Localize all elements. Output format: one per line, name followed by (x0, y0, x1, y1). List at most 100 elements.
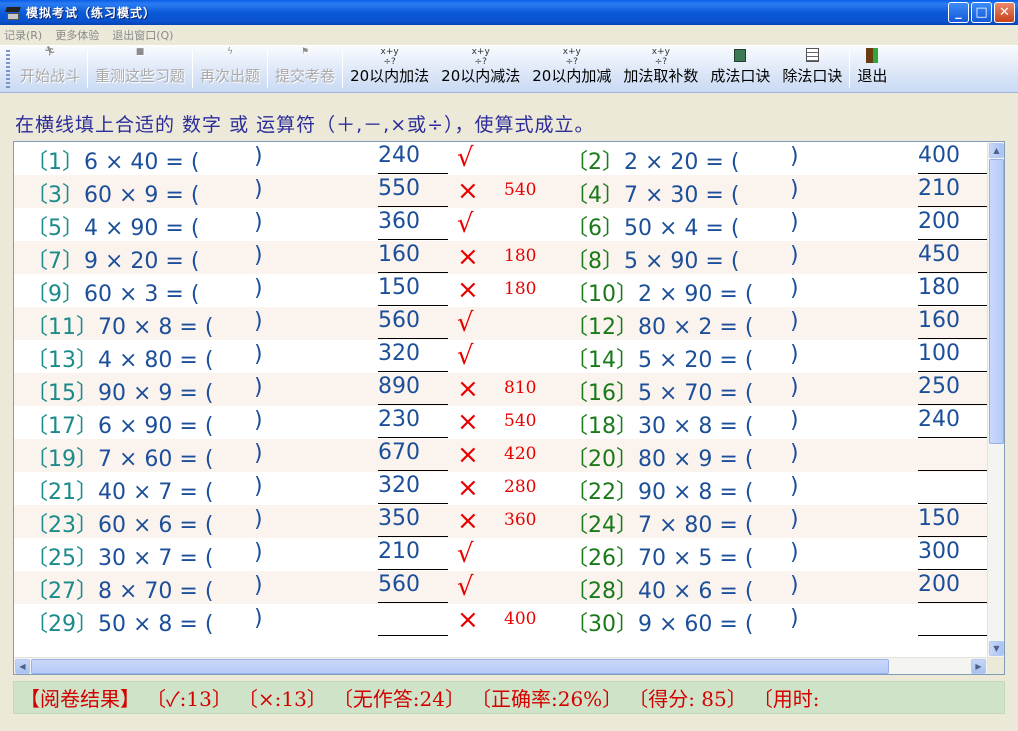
toolbar-separator (849, 50, 851, 88)
exit-button[interactable]: 退出 (851, 46, 893, 92)
question-expression: 50 × 8 = ( (98, 612, 214, 637)
add-within-20-button[interactable]: x+y ÷? 20以内加法 (344, 46, 435, 92)
answer-field[interactable]: 250 (918, 374, 988, 405)
submit-exam-button[interactable]: ⚑ 提交考卷 (269, 46, 341, 92)
horizontal-scrollbar[interactable]: ◀ ▶ (14, 657, 987, 674)
retest-icon: ■ (135, 47, 145, 57)
question-right: 〔10〕2 × 90 = () (566, 276, 799, 308)
answer-field[interactable]: 160 (378, 242, 448, 273)
answer-field[interactable]: 150 (918, 506, 988, 537)
division-table-button[interactable]: 除法口诀 (776, 46, 848, 92)
addsub-within-20-button[interactable]: x+y ÷? 20以内加减 (526, 46, 617, 92)
answer-field[interactable]: 230 (378, 407, 448, 438)
scroll-corner (987, 657, 1004, 674)
regenerate-label: 再次出题 (200, 67, 261, 85)
instruction-text: 在横线填上合适的 数字 或 运算符（＋,－,×或÷），使算式成立。 (15, 114, 595, 136)
answer-field[interactable]: 240 (918, 407, 988, 438)
question-expression: 70 × 8 = ( (98, 315, 214, 340)
question-left: 〔7〕9 × 20 = () (26, 243, 263, 275)
question-left: 〔5〕4 × 90 = () (26, 210, 263, 242)
question-left: 〔17〕6 × 90 = () (26, 408, 263, 440)
closing-paren: ) (254, 144, 263, 169)
question-right: 〔2〕2 × 20 = () (566, 144, 799, 176)
question-row: 〔29〕50 × 8 = () × 400 〔30〕9 × 60 = () (14, 604, 988, 637)
answer-field[interactable]: 180 (918, 275, 988, 306)
toolbar-grip[interactable] (6, 50, 10, 88)
answer-field[interactable]: 560 (378, 572, 448, 603)
answer-field[interactable]: 360 (378, 209, 448, 240)
menu-record[interactable]: 记录(R) (4, 27, 42, 43)
answer-field[interactable]: 320 (378, 473, 448, 504)
question-expression: 8 × 70 = ( (98, 579, 214, 604)
sub-within-20-button[interactable]: x+y ÷? 20以内减法 (435, 46, 526, 92)
answer-field[interactable]: 160 (918, 308, 988, 339)
regenerate-button[interactable]: ϟ 再次出题 (194, 46, 266, 92)
question-left: 〔11〕70 × 8 = () (26, 309, 263, 341)
question-row: 〔11〕70 × 8 = () 560 √ 〔12〕80 × 2 = () 160 (14, 307, 988, 341)
answer-field[interactable]: 100 (918, 341, 988, 372)
title-bar[interactable]: 模拟考试（练习模式） _ □ ✕ (0, 0, 1018, 25)
answer-field[interactable]: 350 (378, 506, 448, 537)
answer-field[interactable]: 450 (918, 242, 988, 273)
scroll-up-button[interactable]: ▲ (989, 143, 1004, 158)
correct-answer: 180 (504, 279, 537, 299)
answer-field[interactable] (378, 605, 448, 636)
question-list: 〔1〕6 × 40 = () 240 √ 〔2〕2 × 20 = () 400 〔3〕60… (14, 142, 988, 657)
menu-more[interactable]: 更多体验 (55, 27, 99, 43)
vertical-scrollbar[interactable]: ▲ ▼ (987, 142, 1004, 657)
answer-field[interactable]: 890 (378, 374, 448, 405)
correct-answer: 360 (504, 510, 537, 530)
question-row: 〔19〕7 × 60 = () 670 × 420 〔20〕80 × 9 = () (14, 439, 988, 472)
answer-field[interactable]: 210 (378, 539, 448, 570)
answer-field[interactable]: 320 (378, 341, 448, 372)
grade-mark: × (457, 440, 479, 470)
minimize-button[interactable]: _ (948, 2, 969, 23)
answer-field[interactable]: 150 (378, 275, 448, 306)
scroll-down-button[interactable]: ▼ (989, 641, 1004, 656)
answer-field[interactable]: 200 (918, 572, 988, 603)
answer-field[interactable]: 550 (378, 176, 448, 207)
scroll-right-button[interactable]: ▶ (971, 659, 986, 674)
question-row: 〔15〕90 × 9 = () 890 × 810 〔16〕5 × 70 = () 250 (14, 373, 988, 406)
answer-field[interactable]: 200 (918, 209, 988, 240)
answer-field[interactable] (918, 473, 988, 504)
toolbar-separator (87, 50, 89, 88)
question-expression: 80 × 2 = ( (638, 315, 754, 340)
question-expression: 6 × 90 = ( (98, 414, 214, 439)
question-expression: 9 × 60 = ( (638, 612, 754, 637)
question-expression: 2 × 90 = ( (638, 282, 754, 307)
retest-button[interactable]: ■ 重测这些习题 (89, 46, 191, 92)
question-left: 〔9〕60 × 3 = () (26, 276, 263, 308)
closing-paren: ) (790, 144, 799, 169)
answer-field[interactable]: 670 (378, 440, 448, 471)
question-number: 〔18〕 (566, 414, 638, 439)
start-battle-button[interactable]: 🏃︎ 开始战斗 (14, 46, 86, 92)
question-expression: 40 × 6 = ( (638, 579, 754, 604)
answer-field[interactable]: 240 (378, 143, 448, 174)
question-number: 〔26〕 (566, 546, 638, 571)
maximize-button[interactable]: □ (971, 2, 992, 23)
close-button[interactable]: ✕ (994, 2, 1015, 23)
answer-field[interactable]: 400 (918, 143, 988, 174)
complement-label: 加法取补数 (623, 67, 699, 85)
answer-field[interactable] (918, 440, 988, 471)
complement-button[interactable]: x+y ÷? 加法取补数 (617, 46, 704, 92)
answer-field[interactable] (918, 605, 988, 636)
question-row: 〔25〕30 × 7 = () 210 √ 〔26〕70 × 5 = () 300 (14, 538, 988, 571)
vertical-scroll-thumb[interactable] (989, 159, 1004, 444)
answer-field[interactable]: 560 (378, 308, 448, 339)
question-expression: 7 × 80 = ( (638, 513, 754, 538)
closing-paren: ) (254, 276, 263, 301)
question-panel[interactable]: 〔1〕6 × 40 = () 240 √ 〔2〕2 × 20 = () 400 〔3〕60… (13, 141, 1005, 675)
question-row: 〔1〕6 × 40 = () 240 √ 〔2〕2 × 20 = () 400 (14, 142, 988, 176)
question-right: 〔28〕40 × 6 = () (566, 573, 799, 605)
scroll-left-button[interactable]: ◀ (15, 659, 30, 674)
answer-field[interactable]: 300 (918, 539, 988, 570)
menu-exit-window[interactable]: 退出窗口(Q) (112, 27, 173, 43)
horizontal-scroll-thumb[interactable] (31, 659, 889, 674)
multiplication-table-button[interactable]: 成法口诀 (704, 46, 776, 92)
answer-field[interactable]: 210 (918, 176, 988, 207)
grade-mark: √ (457, 209, 474, 239)
question-number: 〔12〕 (566, 315, 638, 340)
toolbar-separator (192, 50, 194, 88)
